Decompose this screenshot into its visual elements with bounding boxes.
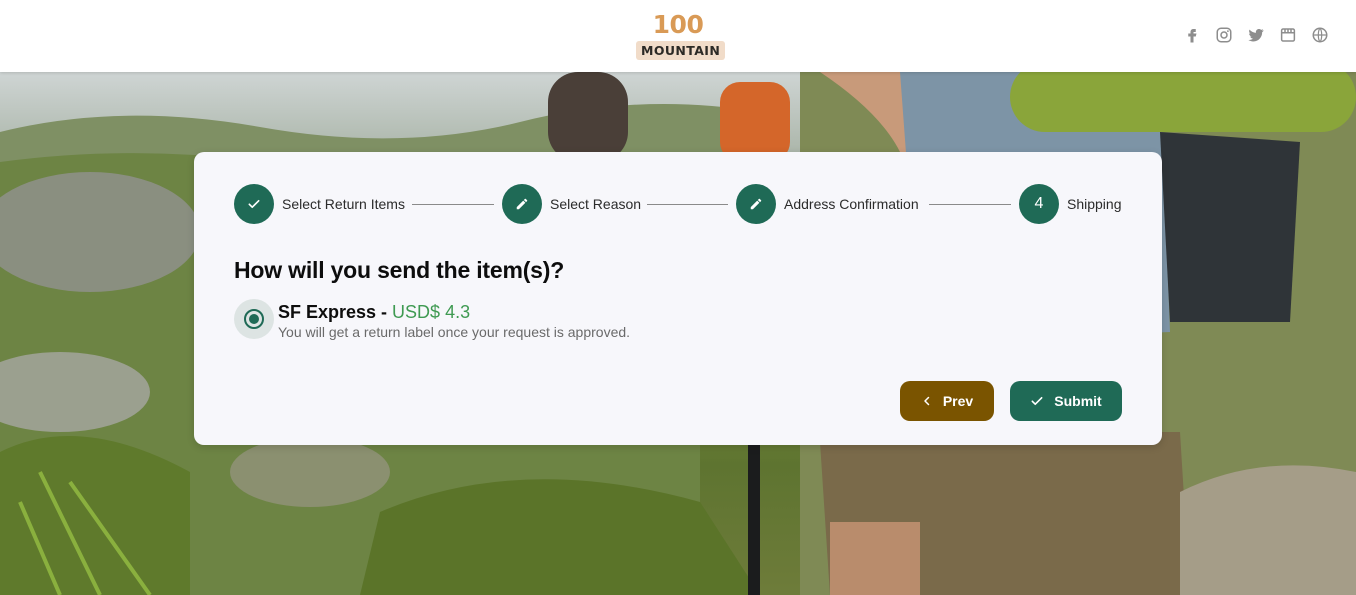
- step-connector: [647, 204, 728, 205]
- step-address-confirmation[interactable]: Address Confirmation: [736, 184, 919, 224]
- logo-word: MOUNTAIN: [636, 41, 726, 60]
- step-select-return-items[interactable]: Select Return Items: [234, 184, 405, 224]
- carrier-name: SF Express -: [278, 302, 393, 322]
- step-label: Address Confirmation: [784, 196, 919, 212]
- step-connector: [929, 204, 1011, 205]
- option-text: SF Express - USD$ 4.3 You will get a ret…: [278, 302, 630, 340]
- prev-label: Prev: [942, 393, 974, 409]
- chevron-left-icon: [924, 396, 930, 406]
- submit-label: Submit: [1054, 393, 1102, 409]
- pencil-icon: [502, 184, 542, 224]
- step-number: 4: [1019, 184, 1059, 224]
- return-stepper: Select Return Items Select Reason Addres…: [234, 184, 1122, 224]
- return-shipping-card: Select Return Items Select Reason Addres…: [194, 152, 1162, 445]
- step-select-reason[interactable]: Select Reason: [502, 184, 641, 224]
- site-header: 100 MOUNTAIN: [0, 0, 1356, 72]
- option-description: You will get a return label once your re…: [278, 324, 631, 340]
- step-shipping[interactable]: 4 Shipping: [1019, 184, 1122, 224]
- submit-button[interactable]: Submit: [1010, 381, 1122, 421]
- globe-icon[interactable]: [1310, 25, 1330, 45]
- instagram-icon[interactable]: [1214, 25, 1234, 45]
- shipping-question: How will you send the item(s)?: [234, 257, 565, 283]
- pencil-icon: [736, 184, 776, 224]
- shipping-price: USD$ 4.3: [392, 302, 471, 322]
- social-links: [1182, 25, 1330, 45]
- check-icon: [1031, 396, 1043, 406]
- option-title: SF Express - USD$ 4.3: [278, 302, 630, 323]
- prev-button[interactable]: Prev: [900, 381, 994, 421]
- check-icon: [234, 184, 274, 224]
- shipping-radio[interactable]: [234, 299, 274, 339]
- logo-number: 100: [652, 10, 704, 39]
- facebook-icon[interactable]: [1182, 25, 1202, 45]
- step-label: Select Reason: [550, 196, 642, 212]
- brand-logo[interactable]: 100 MOUNTAIN: [636, 10, 726, 63]
- store-icon[interactable]: [1278, 25, 1298, 45]
- shipping-option-sf-express[interactable]: SF Express - USD$ 4.3 You will get a ret…: [234, 299, 630, 340]
- step-connector: [412, 204, 494, 205]
- twitter-icon[interactable]: [1246, 25, 1266, 45]
- step-label: Select Return Items: [282, 196, 405, 212]
- radio-checked-icon: [244, 309, 264, 329]
- step-label: Shipping: [1067, 196, 1122, 212]
